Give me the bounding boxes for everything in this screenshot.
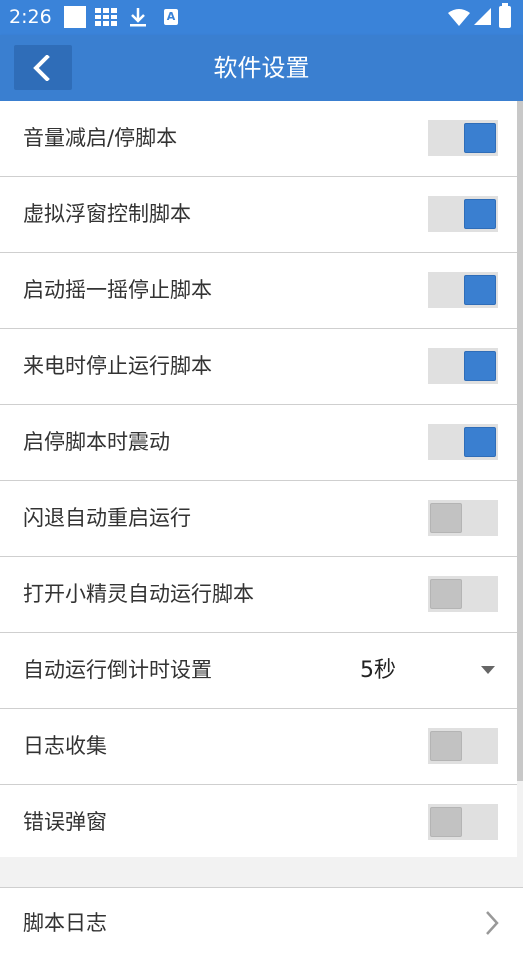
white-square-icon [64,6,86,28]
setting-row: 自动运行倒计时设置 5秒 [0,633,517,709]
setting-toggle[interactable] [428,804,498,840]
grid-icon [95,8,117,26]
script-log-label: 脚本日志 [23,911,107,935]
setting-row: 启停脚本时震动 [0,405,517,481]
toggle-knob [430,503,462,533]
setting-row: 闪退自动重启运行 [0,481,517,557]
script-log-row[interactable]: 脚本日志 [0,888,523,963]
setting-row: 音量减启/停脚本 [0,101,517,177]
toggle-knob [430,579,462,609]
toggle-knob [430,731,462,761]
setting-label: 打开小精灵自动运行脚本 [23,582,254,606]
signal-icon [474,8,491,25]
wifi-icon [448,8,470,26]
toggle-knob [464,123,496,153]
countdown-value: 5秒 [360,658,396,683]
setting-toggle[interactable] [428,120,498,156]
setting-row: 错误弹窗 [0,785,517,861]
setting-label: 启停脚本时震动 [23,430,170,454]
app-bar: 软件设置 [0,35,523,101]
setting-label: 音量减启/停脚本 [23,126,178,150]
setting-label: 闪退自动重启运行 [23,506,191,530]
status-time: 2:26 [9,6,52,28]
setting-row: 虚拟浮窗控制脚本 [0,177,517,253]
page-title: 软件设置 [213,54,310,82]
setting-toggle[interactable] [428,348,498,384]
setting-row: 日志收集 [0,709,517,785]
toggle-knob [464,275,496,305]
setting-toggle[interactable] [428,500,498,536]
setting-label: 来电时停止运行脚本 [23,354,212,378]
setting-label: 虚拟浮窗控制脚本 [23,202,191,226]
setting-toggle[interactable] [428,576,498,612]
settings-list: 音量减启/停脚本 虚拟浮窗控制脚本 启动摇一摇停止脚本 来电时停止运行脚本 启停… [0,101,517,861]
setting-toggle[interactable] [428,424,498,460]
setting-toggle[interactable] [428,272,498,308]
setting-label: 日志收集 [23,734,107,758]
status-bar: 2:26 A [0,0,523,35]
toggle-knob [430,807,462,837]
setting-label: 启动摇一摇停止脚本 [23,278,212,302]
toggle-knob [464,351,496,381]
setting-toggle[interactable] [428,196,498,232]
battery-icon [499,3,511,28]
download-icon [128,6,148,28]
setting-toggle[interactable] [428,728,498,764]
setting-row: 打开小精灵自动运行脚本 [0,557,517,633]
toggle-knob [464,427,496,457]
toggle-knob [464,199,496,229]
scrollbar[interactable] [517,101,523,781]
setting-label: 自动运行倒计时设置 [23,658,212,682]
dropdown-arrow-icon [481,666,495,674]
setting-row: 启动摇一摇停止脚本 [0,253,517,329]
setting-label: 错误弹窗 [23,810,107,834]
a-notification-icon: A [164,9,178,25]
section-divider [0,857,523,888]
chevron-right-icon [486,911,499,935]
setting-row: 来电时停止运行脚本 [0,329,517,405]
